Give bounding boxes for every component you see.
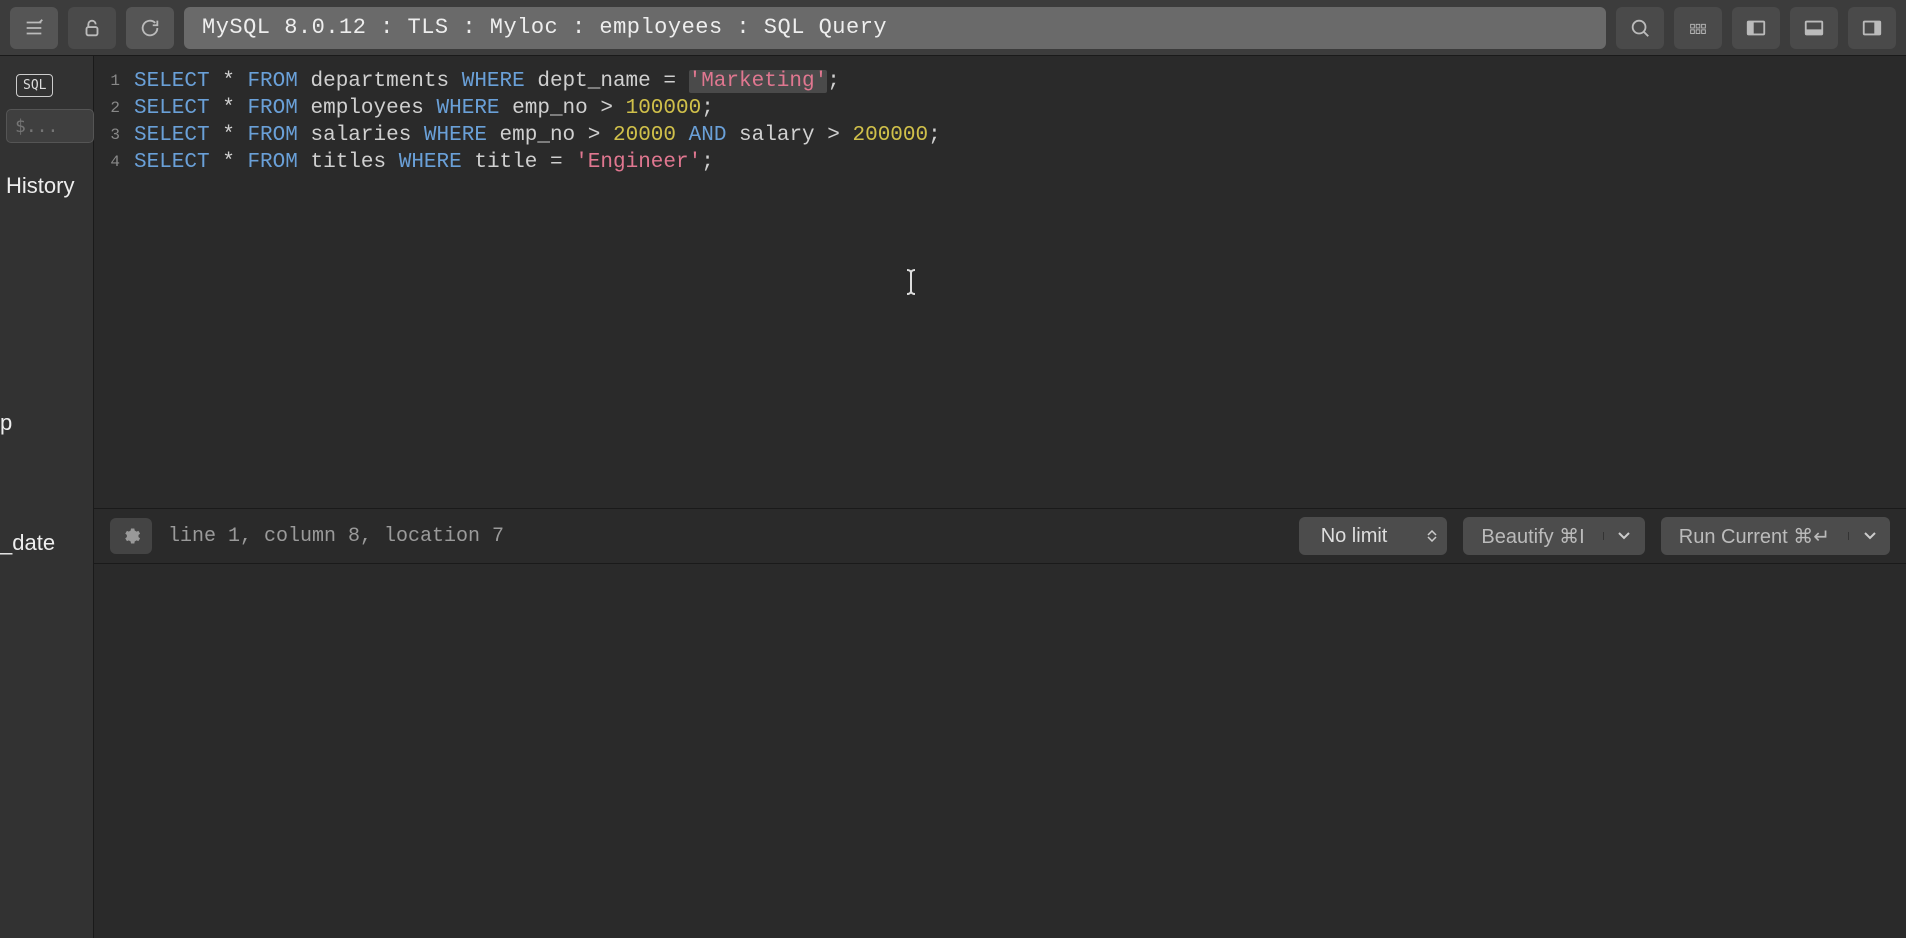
code-editor[interactable]: 1234 SELECT * FROM departments WHERE dep… (94, 56, 1906, 508)
menu-toggle-button[interactable] (10, 7, 58, 49)
run-button[interactable]: Run Current ⌘↵ (1661, 517, 1890, 555)
sidebar-item-date[interactable]: _date (0, 530, 55, 556)
beautify-button[interactable]: Beautify ⌘I (1463, 517, 1644, 555)
line-gutter: 1234 (94, 56, 128, 508)
breadcrumb-bar[interactable]: MySQL 8.0.12 : TLS : Myloc : employees :… (184, 7, 1606, 49)
updown-icon (1417, 530, 1447, 542)
code-content[interactable]: SELECT * FROM departments WHERE dept_nam… (128, 56, 1906, 508)
editor-settings-button[interactable] (110, 518, 152, 554)
sidebar-history-label[interactable]: History (6, 173, 87, 199)
row-limit-select[interactable]: No limit (1299, 517, 1448, 555)
sidebar-item-p[interactable]: p (0, 410, 12, 436)
top-toolbar: MySQL 8.0.12 : TLS : Myloc : employees :… (0, 0, 1906, 56)
lock-button[interactable] (68, 7, 116, 49)
sql-badge[interactable]: SQL (16, 74, 53, 97)
sidebar: SQL History p _date (0, 56, 94, 938)
breadcrumb-text: MySQL 8.0.12 : TLS : Myloc : employees :… (202, 15, 887, 40)
run-dropdown[interactable] (1848, 532, 1890, 540)
refresh-button[interactable] (126, 7, 174, 49)
sidebar-filter-input[interactable] (6, 109, 94, 143)
search-button[interactable] (1616, 7, 1664, 49)
layout-right-button[interactable] (1848, 7, 1896, 49)
layout-left-button[interactable] (1732, 7, 1780, 49)
editor-status-bar: line 1, column 8, location 7 No limit Be… (94, 508, 1906, 564)
layout-bottom-button[interactable] (1790, 7, 1838, 49)
cursor-position-text: line 1, column 8, location 7 (168, 525, 1283, 548)
beautify-dropdown[interactable] (1603, 532, 1645, 540)
results-pane[interactable] (94, 564, 1906, 938)
grid-view-button[interactable] (1674, 7, 1722, 49)
